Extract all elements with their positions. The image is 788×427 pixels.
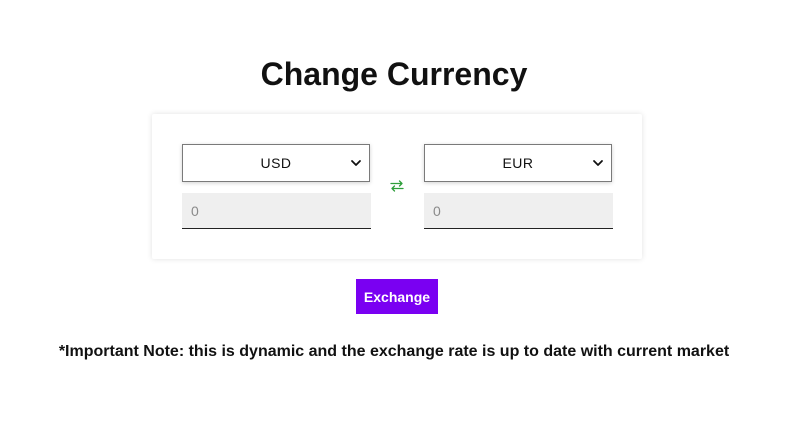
chevron-down-icon	[351, 160, 361, 166]
to-amount-input[interactable]: 0	[424, 193, 613, 229]
to-amount-placeholder: 0	[433, 202, 441, 219]
currency-converter-page: Change Currency USD EUR 0 0 Exchange *Im…	[0, 0, 788, 427]
converter-card: USD EUR 0 0	[152, 114, 642, 259]
from-amount-input[interactable]: 0	[182, 193, 371, 229]
important-note: *Important Note: this is dynamic and the…	[58, 343, 730, 360]
to-currency-select[interactable]: EUR	[424, 144, 612, 182]
from-currency-select[interactable]: USD	[182, 144, 370, 182]
chevron-down-icon	[593, 160, 603, 166]
from-currency-value: USD	[260, 155, 292, 171]
from-amount-placeholder: 0	[191, 202, 199, 219]
page-title: Change Currency	[260, 56, 528, 92]
swap-arrows-icon[interactable]	[389, 178, 405, 194]
exchange-button[interactable]: Exchange	[356, 279, 438, 314]
to-currency-value: EUR	[502, 155, 534, 171]
